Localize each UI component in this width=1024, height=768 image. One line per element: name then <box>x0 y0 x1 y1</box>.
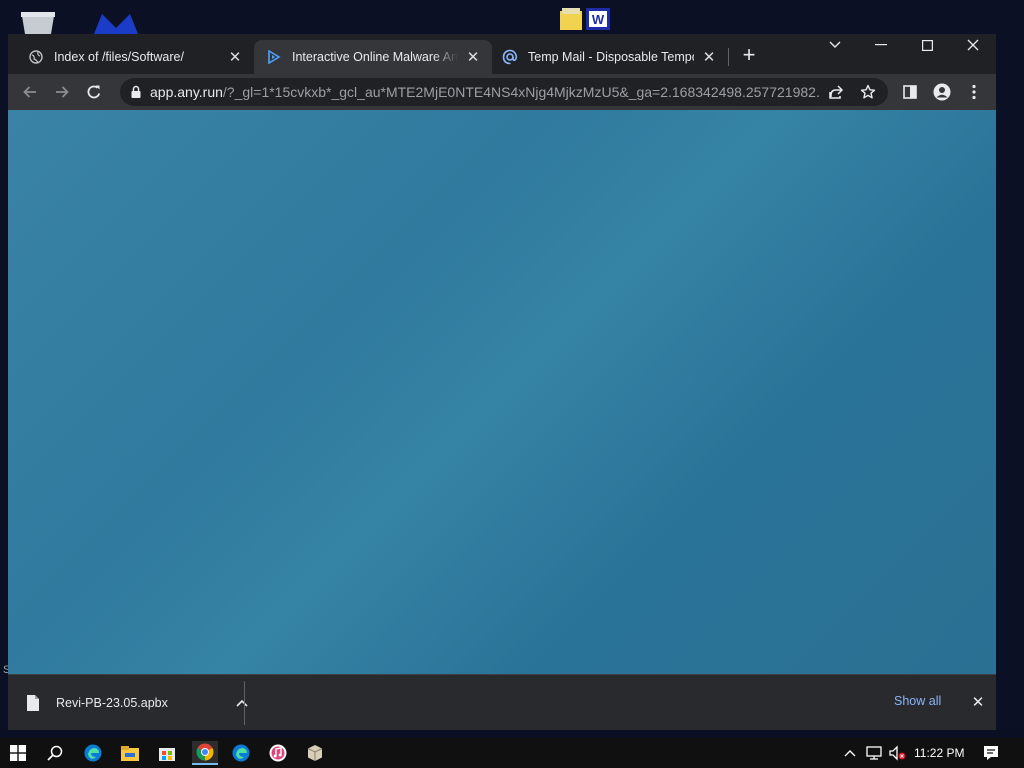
url-host: app.any.run <box>150 84 223 100</box>
taskbar: 11:22 PM <box>0 738 1024 768</box>
package-box-icon[interactable] <box>303 741 327 765</box>
new-tab-button[interactable]: + <box>738 44 760 67</box>
file-icon <box>27 695 39 711</box>
close-download-shelf-icon[interactable]: ✕ <box>968 692 988 712</box>
search-icon[interactable] <box>43 741 67 765</box>
edge-icon[interactable] <box>229 741 253 765</box>
download-file-name: Revi-PB-23.05.apbx <box>56 696 168 710</box>
network-icon[interactable] <box>864 743 884 763</box>
itunes-icon[interactable] <box>266 741 290 765</box>
close-tab-icon[interactable]: ✕ <box>226 48 244 66</box>
tab-strip: Index of /files/Software/ ✕ Interactive … <box>8 34 996 74</box>
malwarebytes-icon[interactable] <box>92 8 140 34</box>
side-panel-icon[interactable] <box>898 80 922 104</box>
file-explorer-icon[interactable] <box>118 741 142 765</box>
anyrun-icon <box>266 49 282 65</box>
store-icon[interactable] <box>155 741 179 765</box>
close-tab-icon[interactable]: ✕ <box>464 48 482 66</box>
tab-interactive-malware-analysis[interactable]: Interactive Online Malware Analysis ✕ <box>254 40 492 74</box>
back-button[interactable] <box>18 80 42 104</box>
minimize-button[interactable] <box>858 34 904 56</box>
edge-icon[interactable] <box>81 741 105 765</box>
browser-window: Index of /files/Software/ ✕ Interactive … <box>8 34 996 730</box>
tab-search-button[interactable] <box>812 34 858 56</box>
maximize-button[interactable] <box>904 34 950 56</box>
download-item[interactable]: Revi-PB-23.05.apbx <box>26 689 252 717</box>
chevron-up-icon[interactable] <box>232 693 252 713</box>
tab-index-of-software[interactable]: Index of /files/Software/ ✕ <box>10 40 254 74</box>
close-window-button[interactable] <box>950 34 996 56</box>
tab-title: Interactive Online Malware Analysis <box>292 50 458 64</box>
download-separator <box>244 681 245 725</box>
url-text[interactable]: app.any.run/?_gl=1*15cvkxb*_gcl_au*MTE2M… <box>150 84 820 100</box>
word-document-icon[interactable]: W <box>586 8 610 30</box>
at-sign-icon <box>502 49 518 65</box>
download-shelf: Revi-PB-23.05.apbx Show all ✕ <box>8 674 996 730</box>
notifications-icon[interactable] <box>980 743 1002 763</box>
svg-text:W: W <box>592 12 605 27</box>
address-bar[interactable]: app.any.run/?_gl=1*15cvkxb*_gcl_au*MTE2M… <box>120 78 888 106</box>
chevron-up-icon[interactable] <box>840 743 860 763</box>
folder-icon[interactable] <box>560 8 584 30</box>
lock-icon[interactable] <box>129 85 143 99</box>
url-path: /?_gl=1*15cvkxb*_gcl_au*MTE2MjE0NTE4NS4x… <box>222 84 820 100</box>
show-all-downloads-link[interactable]: Show all <box>894 694 941 708</box>
bookmark-star-icon[interactable] <box>858 82 878 102</box>
tab-title: Temp Mail - Disposable Temporary Email <box>528 50 694 64</box>
browser-toolbar: app.any.run/?_gl=1*15cvkxb*_gcl_au*MTE2M… <box>8 74 996 110</box>
tab-title: Index of /files/Software/ <box>54 50 184 64</box>
reload-button[interactable] <box>82 80 106 104</box>
profile-avatar-icon[interactable] <box>930 80 954 104</box>
tab-separator <box>728 48 729 66</box>
recycle-bin-icon[interactable] <box>18 8 58 34</box>
share-icon[interactable] <box>826 82 846 102</box>
taskbar-clock[interactable]: 11:22 PM <box>914 746 964 760</box>
close-tab-icon[interactable]: ✕ <box>700 48 718 66</box>
volume-muted-icon[interactable] <box>886 743 908 763</box>
page-content[interactable] <box>8 110 996 674</box>
forward-button[interactable] <box>50 80 74 104</box>
tab-temp-mail[interactable]: Temp Mail - Disposable Temporary Email ✕ <box>492 40 728 74</box>
windows-start-icon[interactable] <box>6 741 30 765</box>
chrome-icon[interactable] <box>192 741 218 765</box>
menu-kebab-icon[interactable] <box>962 80 986 104</box>
globe-icon <box>28 49 44 65</box>
